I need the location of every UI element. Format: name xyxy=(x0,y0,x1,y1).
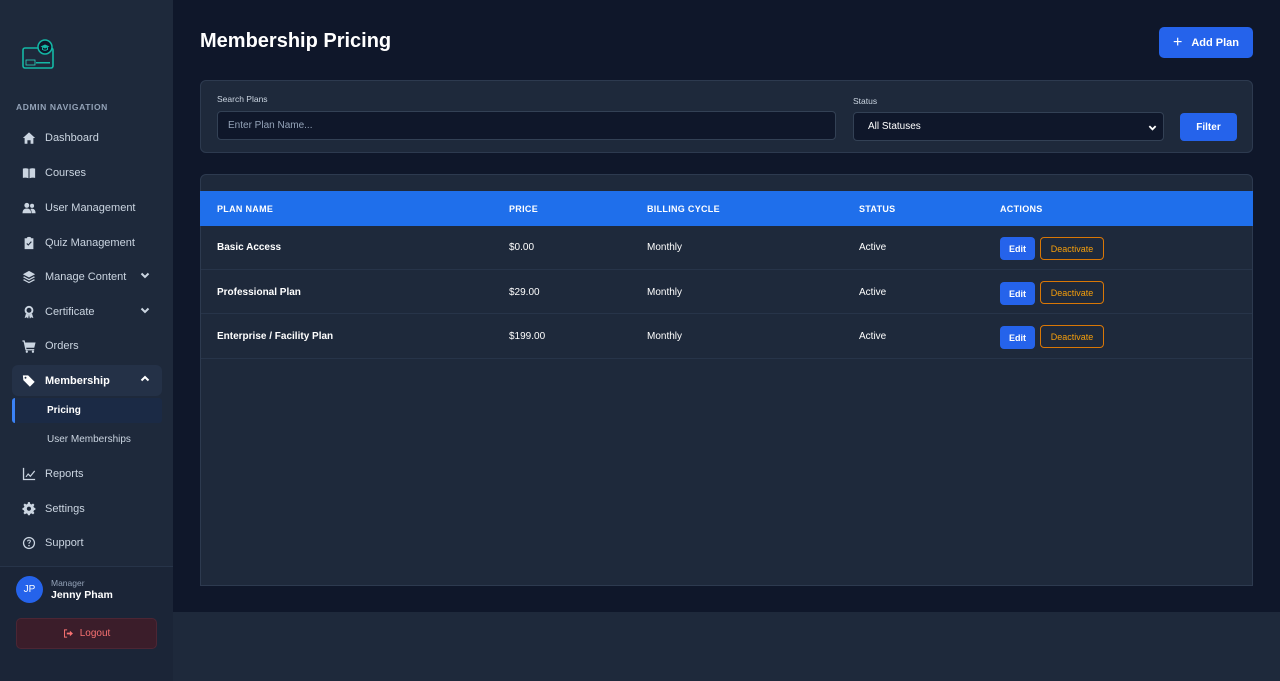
sidebar-subitem-pricing[interactable]: Pricing xyxy=(12,398,162,423)
plan-name-cell: Professional Plan xyxy=(217,287,301,298)
sidebar-item-label: Reports xyxy=(45,467,84,480)
sidebar-item-label: User Management xyxy=(45,201,136,214)
sidebar-item-label: Courses xyxy=(45,166,86,179)
billing-cycle-cell: Monthly xyxy=(647,287,683,298)
sidebar-item-label: Membership xyxy=(45,374,110,387)
logout-label: Logout xyxy=(79,628,111,639)
tags-icon xyxy=(22,374,36,388)
add-plan-button[interactable]: + Add Plan xyxy=(1159,27,1253,58)
sidebar-item-label: Quiz Management xyxy=(45,236,135,249)
column-header-plan-name[interactable]: PLAN NAME xyxy=(217,204,273,214)
sidebar-item-dashboard[interactable]: Dashboard xyxy=(12,122,162,153)
user-name: Jenny Pham xyxy=(51,589,113,601)
layers-icon xyxy=(22,270,36,284)
sidebar-subitem-user-memberships[interactable]: User Memberships xyxy=(12,427,162,452)
sidebar-item-label: Settings xyxy=(45,502,85,515)
page-title: Membership Pricing xyxy=(200,30,392,52)
chevron-down-icon xyxy=(140,305,150,315)
sidebar-item-reports[interactable]: Reports xyxy=(12,458,162,489)
sidebar-item-membership[interactable]: Membership xyxy=(12,365,162,396)
sidebar-item-orders[interactable]: Orders xyxy=(12,330,162,361)
sidebar-item-courses[interactable]: Courses xyxy=(12,157,162,188)
filter-button[interactable]: Filter xyxy=(1180,113,1237,141)
plan-name-cell: Basic Access xyxy=(217,242,282,253)
deactivate-button[interactable]: Deactivate xyxy=(1040,281,1104,304)
billing-cycle-cell: Monthly xyxy=(647,331,683,342)
sidebar-item-quiz-management[interactable]: Quiz Management xyxy=(12,227,162,258)
deactivate-button[interactable]: Deactivate xyxy=(1040,237,1104,260)
edit-button[interactable]: Edit xyxy=(1000,237,1035,260)
price-cell: $0.00 xyxy=(509,242,535,253)
price-cell: $29.00 xyxy=(509,287,540,298)
sidebar-item-label: Dashboard xyxy=(45,131,99,144)
sidebar-item-settings[interactable]: Settings xyxy=(12,493,162,524)
logout-icon xyxy=(63,629,73,638)
search-input[interactable] xyxy=(217,111,836,140)
nav-heading: ADMIN NAVIGATION xyxy=(16,102,108,112)
status-select[interactable]: All Statuses xyxy=(853,112,1164,141)
sidebar-item-support[interactable]: Support xyxy=(12,527,162,558)
logo-icon[interactable] xyxy=(21,38,55,72)
user-role: Manager xyxy=(51,578,85,588)
sidebar: ADMIN NAVIGATION Dashboard Courses User … xyxy=(0,0,173,681)
edit-button[interactable]: Edit xyxy=(1000,282,1035,305)
status-cell: Active xyxy=(859,287,887,298)
question-circle-icon xyxy=(22,536,36,550)
home-icon xyxy=(22,131,36,145)
plan-name-cell: Enterprise / Facility Plan xyxy=(217,331,334,342)
billing-cycle-cell: Monthly xyxy=(647,242,683,253)
sidebar-item-label: Certificate xyxy=(45,305,95,318)
chevron-up-icon xyxy=(140,374,150,384)
sidebar-item-label: Manage Content xyxy=(45,270,127,283)
status-label: Status xyxy=(853,96,878,106)
column-header-actions: ACTIONS xyxy=(1000,204,1043,214)
logout-button[interactable]: Logout xyxy=(16,618,157,649)
edit-button[interactable]: Edit xyxy=(1000,326,1035,349)
cart-icon xyxy=(22,339,36,353)
deactivate-button[interactable]: Deactivate xyxy=(1040,325,1104,348)
gear-icon xyxy=(22,501,36,516)
award-icon xyxy=(22,305,36,319)
add-plan-label: Add Plan xyxy=(1191,36,1239,49)
plus-icon: + xyxy=(1172,33,1183,51)
status-cell: Active xyxy=(859,242,887,253)
sidebar-item-user-management[interactable]: User Management xyxy=(12,192,162,223)
search-label: Search Plans xyxy=(217,94,268,104)
sidebar-item-manage-content[interactable]: Manage Content xyxy=(12,261,162,292)
status-cell: Active xyxy=(859,331,887,342)
chart-line-icon xyxy=(22,467,36,481)
clipboard-check-icon xyxy=(22,236,36,250)
sidebar-item-label: Orders xyxy=(45,339,79,352)
column-header-billing-cycle[interactable]: BILLING CYCLE xyxy=(647,204,720,214)
column-header-status[interactable]: STATUS xyxy=(859,204,895,214)
sidebar-item-label: Support xyxy=(45,536,84,549)
column-header-price[interactable]: PRICE xyxy=(509,204,538,214)
chevron-down-icon xyxy=(140,270,150,280)
sidebar-item-certificate[interactable]: Certificate xyxy=(12,296,162,327)
avatar[interactable]: JP xyxy=(16,576,43,603)
price-cell: $199.00 xyxy=(509,331,546,342)
table-header xyxy=(200,191,1253,226)
status-select-value: All Statuses xyxy=(868,121,921,132)
users-icon xyxy=(22,201,36,215)
chevron-down-icon xyxy=(1148,123,1157,132)
book-icon xyxy=(22,166,36,180)
